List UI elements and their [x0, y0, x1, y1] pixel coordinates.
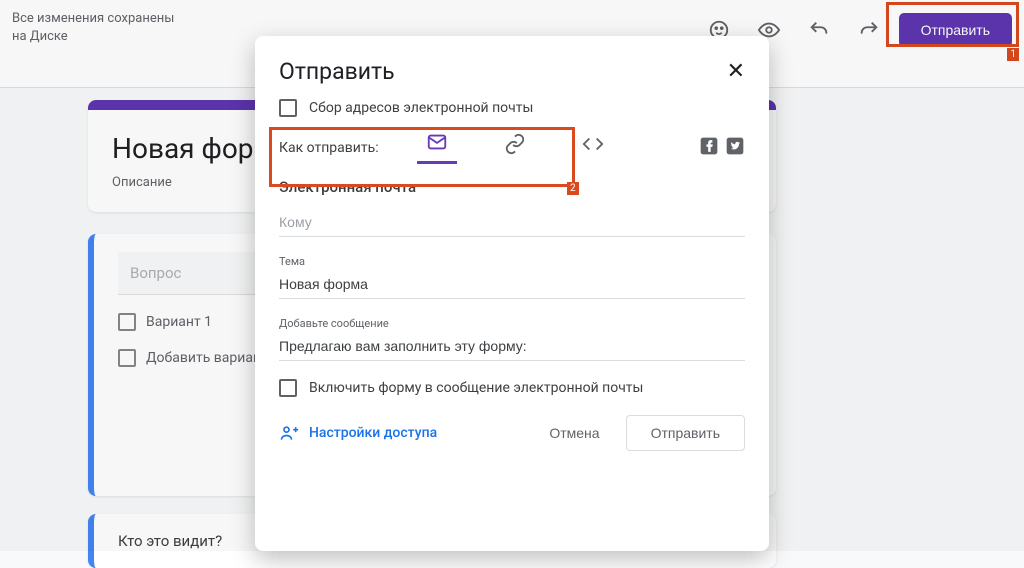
- collect-emails-label: Сбор адресов электронной почты: [309, 100, 533, 116]
- share-settings-label: Настройки доступа: [309, 425, 437, 441]
- close-icon[interactable]: ✕: [727, 59, 745, 84]
- save-status-line: на Диске: [12, 28, 174, 46]
- include-form-row[interactable]: Включить форму в сообщение электронной п…: [279, 379, 745, 397]
- include-form-label: Включить форму в сообщение электронной п…: [309, 380, 643, 396]
- message-input[interactable]: [279, 332, 745, 361]
- checkbox-icon: [279, 99, 297, 117]
- annotation-number-1: 1: [1007, 48, 1019, 61]
- collect-emails-row[interactable]: Сбор адресов электронной почты: [279, 99, 745, 117]
- to-input[interactable]: [279, 208, 745, 237]
- tab-link-icon[interactable]: [495, 133, 535, 163]
- modal-title: Отправить: [279, 58, 395, 85]
- option-label: Вариант 1: [146, 314, 212, 330]
- redo-icon[interactable]: [849, 10, 889, 50]
- send-via-row: 2 Как отправить:: [279, 131, 745, 164]
- cancel-button[interactable]: Отмена: [531, 416, 617, 450]
- subject-input[interactable]: [279, 270, 745, 299]
- checkbox-icon: [279, 379, 297, 397]
- checkbox-icon: [118, 349, 136, 367]
- tab-embed-icon[interactable]: [573, 133, 613, 163]
- share-settings-link[interactable]: Настройки доступа: [279, 423, 437, 443]
- annotation-number-2: 2: [567, 182, 579, 195]
- email-section-title: Электронная почта: [279, 178, 745, 196]
- twitter-icon[interactable]: [725, 136, 745, 160]
- save-status-line: Все изменения сохранены: [12, 10, 174, 28]
- add-option-label: Добавить вариант: [146, 350, 268, 366]
- subject-label: Тема: [279, 255, 745, 268]
- save-status: Все изменения сохранены на Диске: [12, 10, 174, 46]
- tab-email-icon[interactable]: [417, 131, 457, 164]
- send-modal: Отправить ✕ Сбор адресов электронной поч…: [255, 36, 769, 551]
- send-via-label: Как отправить:: [279, 140, 379, 156]
- facebook-icon[interactable]: [699, 136, 719, 160]
- undo-icon[interactable]: [799, 10, 839, 50]
- message-label: Добавьте сообщение: [279, 317, 745, 330]
- modal-send-button[interactable]: Отправить: [626, 415, 745, 451]
- send-button[interactable]: Отправить: [899, 13, 1012, 47]
- checkbox-icon: [118, 313, 136, 331]
